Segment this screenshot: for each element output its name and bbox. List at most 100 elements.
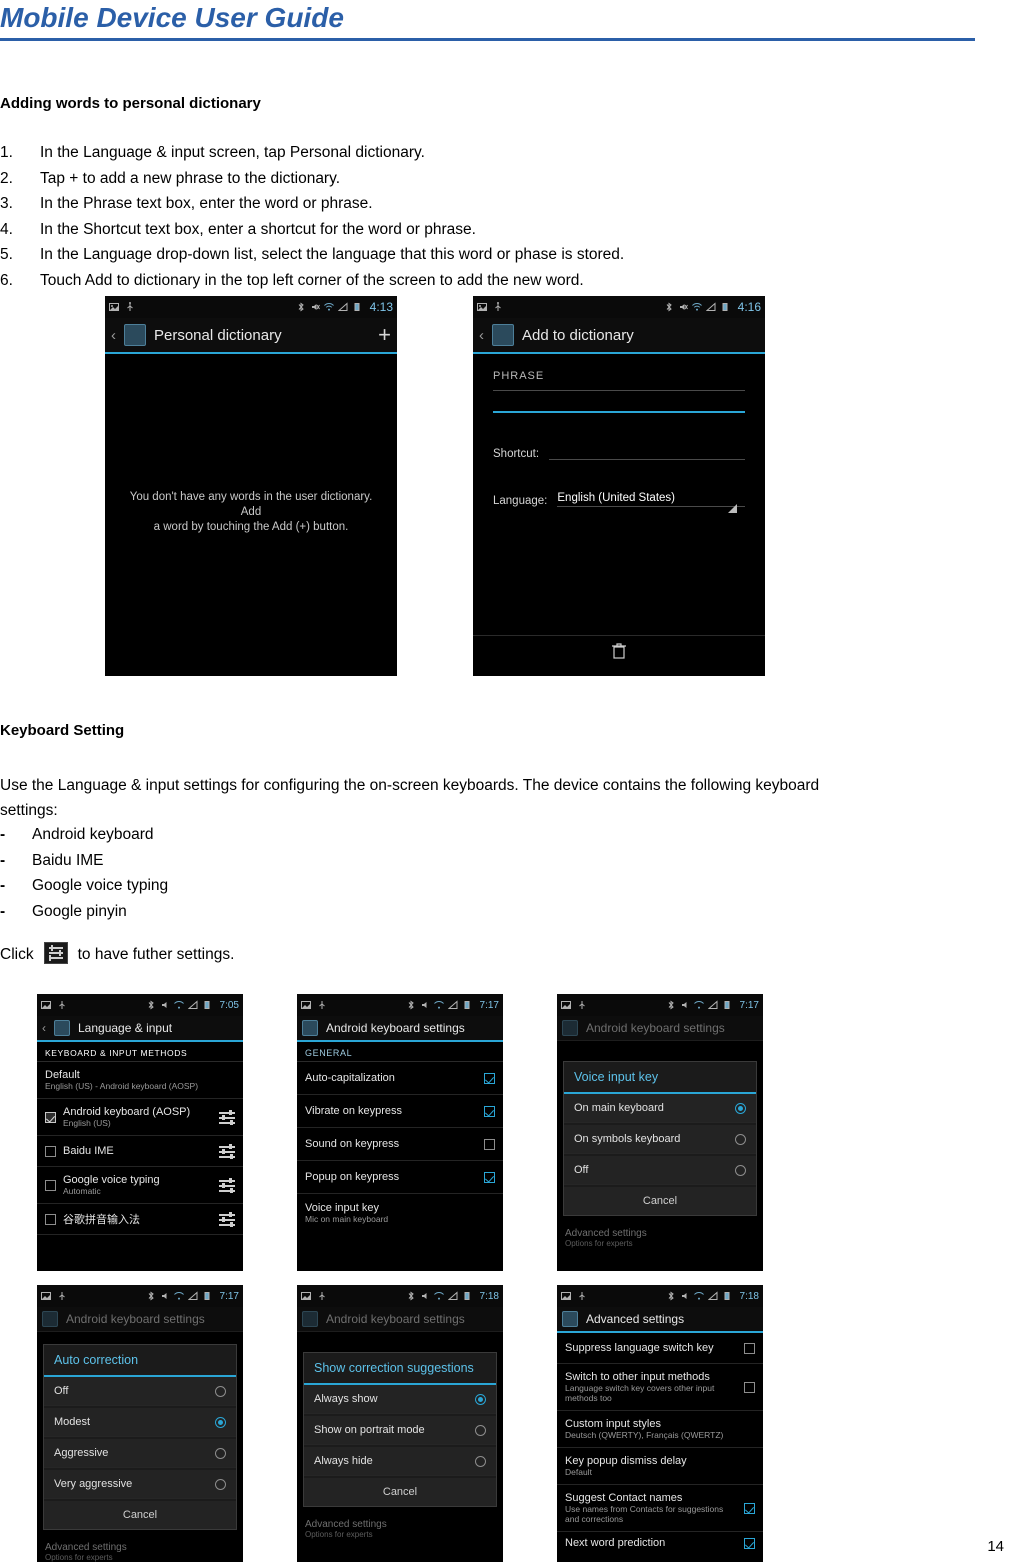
status-left-icons <box>301 1000 327 1010</box>
row-title: 谷歌拼音输入法 <box>63 1214 140 1226</box>
wifi-icon <box>693 1001 704 1009</box>
settings-sliders-icon[interactable] <box>219 1177 235 1193</box>
shortcut-field-group[interactable]: Shortcut: <box>493 448 745 460</box>
radio-button[interactable] <box>735 1164 746 1176</box>
list-item-default[interactable]: Default English (US) - Android keyboard … <box>37 1062 243 1099</box>
back-icon[interactable]: ‹ <box>111 327 116 344</box>
row-title: Vibrate on keypress <box>305 1105 403 1117</box>
list-item-voice-input-key[interactable]: Voice input key Mic on main keyboard <box>297 1194 503 1232</box>
title-bar: Advanced settings <box>557 1307 763 1333</box>
radio-button[interactable] <box>475 1424 486 1436</box>
back-icon[interactable]: ‹ <box>479 327 484 344</box>
phrase-input[interactable] <box>493 411 745 413</box>
mute-icon <box>161 1002 167 1008</box>
checkbox[interactable] <box>484 1072 495 1084</box>
usb-icon <box>319 1001 325 1009</box>
dialog-option[interactable]: Off <box>564 1156 756 1185</box>
dialog-option[interactable]: Modest <box>44 1408 236 1437</box>
image-icon <box>109 303 119 311</box>
add-word-button[interactable]: + <box>378 324 391 346</box>
radio-button[interactable] <box>735 1133 746 1145</box>
footer-advanced-settings[interactable]: Advanced settings Options for experts <box>37 1536 243 1562</box>
status-left-icons <box>109 302 135 312</box>
radio-button[interactable] <box>215 1416 226 1428</box>
cancel-button[interactable]: Cancel <box>304 1478 496 1506</box>
list-item-sound-on-keypress[interactable]: Sound on keypress <box>297 1128 503 1161</box>
list-item-vibrate-on-keypress[interactable]: Vibrate on keypress <box>297 1095 503 1128</box>
checkbox[interactable] <box>45 1111 56 1123</box>
list-item-key-popup-dismiss-delay[interactable]: Key popup dismiss delay Default <box>557 1448 763 1485</box>
list-item-suppress-language-switch-key[interactable]: Suppress language switch key <box>557 1333 763 1364</box>
list-item-suggest-contact-names[interactable]: Suggest Contact names Use names from Con… <box>557 1485 763 1532</box>
checkbox[interactable] <box>45 1179 56 1191</box>
form-body: PHRASE Shortcut: Language: English (Unit… <box>473 354 765 670</box>
language-field-group[interactable]: Language: English (United States) <box>493 492 745 507</box>
checkbox[interactable] <box>744 1342 755 1354</box>
list-item-google-pinyin[interactable]: 谷歌拼音输入法 <box>37 1204 243 1235</box>
checkbox[interactable] <box>45 1145 56 1157</box>
footer-advanced-settings[interactable]: Advanced settings Options for experts <box>557 1222 763 1254</box>
wifi-icon <box>691 303 702 311</box>
image-icon <box>41 1292 51 1300</box>
checkbox[interactable] <box>744 1381 755 1393</box>
screenshot-auto-correction-dialog: 7:17 Android keyboard settings Auto corr… <box>37 1285 243 1562</box>
radio-button[interactable] <box>735 1102 746 1114</box>
status-right-icons: 7:17 <box>406 1000 499 1011</box>
checkbox[interactable] <box>484 1171 495 1183</box>
dialog-option[interactable]: On main keyboard <box>564 1094 756 1123</box>
keyboard-paragraph-line1: Use the Language & input settings for co… <box>0 777 820 794</box>
delete-button[interactable] <box>473 635 765 670</box>
list-item-google-voice-typing[interactable]: Google voice typing Automatic <box>37 1167 243 1204</box>
checkbox[interactable] <box>484 1138 495 1150</box>
dialog-option[interactable]: Aggressive <box>44 1439 236 1468</box>
usb-icon <box>579 1001 585 1009</box>
list-item-number: 6. <box>0 271 13 289</box>
list-item-text: Touch Add to dictionary in the top left … <box>40 271 584 289</box>
list-item: 4. In the Shortcut text box, enter a shor… <box>0 217 960 243</box>
usb-icon <box>127 302 133 311</box>
checkbox[interactable] <box>484 1105 495 1117</box>
footer-advanced-settings[interactable]: Advanced settings Options for experts <box>297 1513 503 1545</box>
status-time: 7:18 <box>479 1290 499 1302</box>
back-icon[interactable]: ‹ <box>42 1021 46 1035</box>
dialog-option[interactable]: Always hide <box>304 1447 496 1476</box>
checkbox[interactable] <box>744 1537 755 1549</box>
dialog-option[interactable]: Off <box>44 1377 236 1406</box>
radio-button[interactable] <box>215 1385 226 1397</box>
mute-icon <box>421 1002 427 1008</box>
dialog-option[interactable]: On symbols keyboard <box>564 1125 756 1154</box>
dialog-option[interactable]: Always show <box>304 1385 496 1414</box>
dialog-auto-correction: Auto correction Off Modest Aggressive Ve… <box>43 1344 237 1530</box>
list-item-next-word-prediction[interactable]: Next word prediction <box>557 1532 763 1554</box>
settings-sliders-icon[interactable] <box>219 1211 235 1227</box>
dialog-option[interactable]: Very aggressive <box>44 1470 236 1499</box>
dialog-option[interactable]: Show on portrait mode <box>304 1416 496 1445</box>
checkbox[interactable] <box>45 1213 56 1225</box>
battery-icon <box>724 1292 730 1300</box>
language-value[interactable]: English (United States) <box>557 492 745 507</box>
list-item-switch-to-other-input-methods[interactable]: Switch to other input methods Language s… <box>557 1364 763 1411</box>
list-item-auto-capitalization[interactable]: Auto-capitalization <box>297 1062 503 1095</box>
option-label: Aggressive <box>54 1447 109 1459</box>
list-item-custom-input-styles[interactable]: Custom input styles Deutsch (QWERTY), Fr… <box>557 1411 763 1448</box>
bluetooth-icon <box>298 302 304 312</box>
cancel-button[interactable]: Cancel <box>44 1501 236 1529</box>
click-instruction-after: to have futher settings. <box>77 946 235 963</box>
signal-icon <box>187 1000 198 1009</box>
radio-button[interactable] <box>215 1478 226 1490</box>
shortcut-input[interactable] <box>549 450 745 460</box>
list-item-baidu-ime[interactable]: Baidu IME <box>37 1136 243 1167</box>
settings-sliders-icon[interactable] <box>219 1109 235 1125</box>
list-item-android-keyboard[interactable]: Android keyboard (AOSP) English (US) <box>37 1099 243 1136</box>
cancel-button[interactable]: Cancel <box>564 1187 756 1215</box>
radio-button[interactable] <box>475 1455 486 1467</box>
checkbox[interactable] <box>744 1502 755 1514</box>
radio-button[interactable] <box>215 1447 226 1459</box>
list-item: - Baidu IME <box>0 848 700 874</box>
radio-button[interactable] <box>475 1393 486 1405</box>
settings-sliders-icon[interactable] <box>219 1143 235 1159</box>
option-label: Always hide <box>314 1455 373 1467</box>
section-label: GENERAL <box>297 1042 503 1062</box>
list-item-popup-on-keypress[interactable]: Popup on keypress <box>297 1161 503 1194</box>
title-bar: Android keyboard settings <box>297 1016 503 1042</box>
